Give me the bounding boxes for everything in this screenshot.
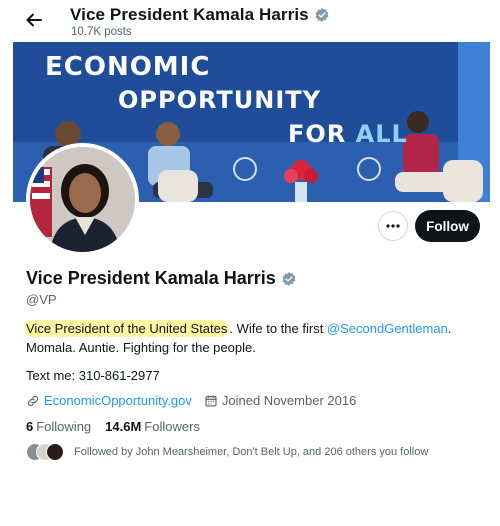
profile-avatar[interactable]	[26, 143, 139, 256]
display-name: Vice President Kamala Harris	[26, 268, 276, 288]
avatar-image	[30, 147, 135, 252]
user-handle: @VP	[26, 292, 57, 307]
banner-text-line-1: ECONOMIC	[45, 52, 211, 82]
link-icon	[27, 395, 39, 406]
followers-count-link[interactable]: 14.6M Followers	[105, 419, 200, 434]
banner-text-all: ALL	[355, 120, 408, 148]
bio-text-1: . Wife to the first	[229, 321, 327, 336]
more-button[interactable]	[378, 211, 408, 241]
banner-text-for: FOR	[288, 120, 356, 148]
back-button[interactable]	[22, 10, 46, 30]
followed-by-row[interactable]: Followed by John Mearsheimer, Don't Belt…	[26, 443, 428, 461]
joined-item: Joined November 2016	[204, 393, 356, 408]
calendar-icon	[205, 394, 217, 407]
bio-text-me: Text me: 310-861-2977	[26, 368, 160, 383]
follower-avatar	[46, 443, 64, 461]
header-name: Vice President Kamala Harris	[70, 5, 309, 24]
name-row: Vice President Kamala Harris	[26, 268, 297, 289]
verified-badge-icon	[315, 8, 329, 22]
follow-counts: 6 Following 14.6M Followers	[26, 419, 214, 434]
banner-text-line-2: OPPORTUNITY	[118, 86, 322, 114]
followers-label: Followers	[144, 419, 200, 434]
mention-link[interactable]: @SecondGentleman	[327, 321, 448, 336]
following-count-link[interactable]: 6 Following	[26, 419, 91, 434]
followed-by-avatars	[26, 443, 66, 461]
profile-bio: Vice President of the United States. Wif…	[24, 319, 486, 357]
post-count: 10.7K posts	[71, 26, 132, 38]
top-bar: Vice President Kamala Harris 10.7K posts	[0, 0, 500, 42]
bio-highlight: Vice President of the United States	[24, 320, 230, 337]
website-link[interactable]: EconomicOpportunity.gov	[44, 393, 192, 408]
followed-by-text[interactable]: Followed by John Mearsheimer, Don't Belt…	[74, 446, 428, 458]
follow-button[interactable]: Follow	[415, 210, 480, 242]
top-name-row: Vice President Kamala Harris	[70, 5, 330, 25]
verified-badge-icon[interactable]	[281, 271, 297, 287]
website-item: EconomicOpportunity.gov	[26, 393, 192, 408]
back-arrow-icon	[26, 13, 42, 27]
following-count: 6	[26, 419, 34, 434]
joined-date: Joined November 2016	[221, 393, 357, 408]
more-icon	[386, 224, 400, 228]
followers-count: 14.6M	[105, 419, 142, 434]
profile-meta: EconomicOpportunity.gov Joined November …	[26, 393, 368, 408]
following-label: Following	[36, 419, 92, 434]
banner-text-line-3: FOR ALL	[288, 120, 408, 148]
